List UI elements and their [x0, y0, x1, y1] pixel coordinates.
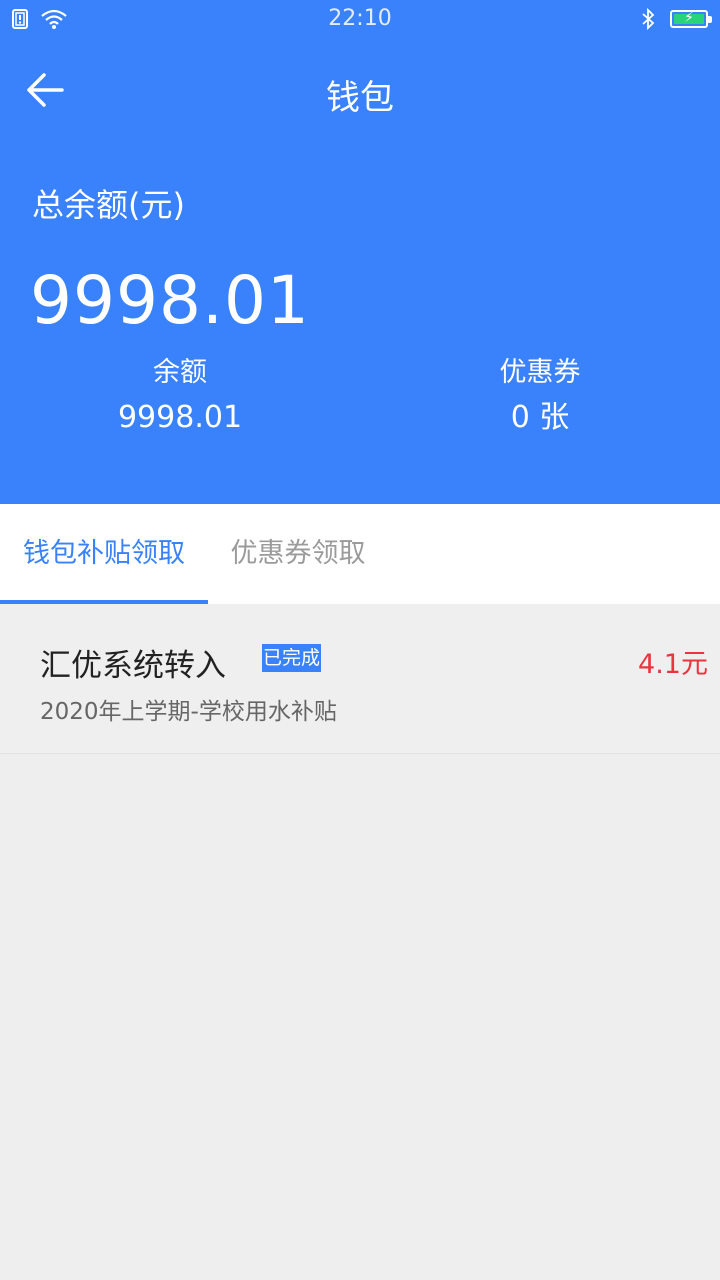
balance-label: 余额 [153, 357, 207, 388]
status-time: 22:10 [328, 6, 392, 31]
bluetooth-icon [642, 7, 655, 31]
tab-bar: 钱包补贴领取 优惠券领取 [0, 504, 720, 604]
tab-coupon[interactable]: 优惠券领取 [208, 504, 388, 604]
page-title: 钱包 [326, 78, 394, 118]
total-balance-amount: 9998.01 [30, 262, 310, 339]
record-title: 汇优系统转入 [40, 648, 226, 684]
status-bar: 22:10 ⚡ [0, 0, 720, 40]
list-item[interactable]: 汇优系统转入 已完成 4.1元 2020年上学期-学校用水补贴 [0, 604, 720, 754]
wallet-header: 22:10 ⚡ 钱包 总余额(元) 9998.01 余额 9998.01 优惠券… [0, 0, 720, 504]
record-description: 2020年上学期-学校用水补贴 [40, 699, 337, 725]
record-amount: 4.1元 [638, 649, 708, 680]
battery-charging-icon: ⚡ [670, 10, 712, 28]
coupon-stat[interactable]: 优惠券 0 张 [360, 356, 720, 440]
balance-stat[interactable]: 余额 9998.01 [0, 356, 360, 440]
status-badge: 已完成 [262, 644, 322, 672]
coupon-label: 优惠券 [499, 357, 581, 388]
top-bar: 钱包 [0, 40, 720, 140]
total-balance-label: 总余额(元) [32, 186, 185, 224]
status-right-icons: ⚡ [640, 7, 712, 31]
balance-value: 9998.01 [117, 400, 243, 435]
tab-wallet-subsidy[interactable]: 钱包补贴领取 [0, 504, 208, 604]
coupon-value: 0 张 [510, 400, 570, 435]
